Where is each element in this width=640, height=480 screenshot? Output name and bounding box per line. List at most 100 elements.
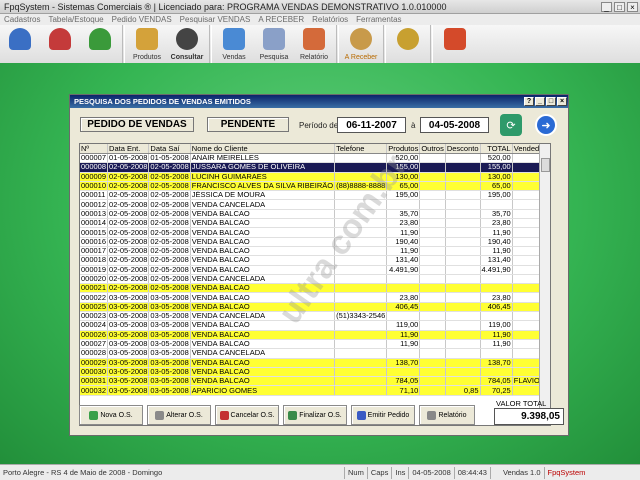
cell-telefone [334, 153, 388, 164]
toolbar-button-sair[interactable] [435, 25, 475, 63]
toolbar-button-vendedores[interactable] [80, 25, 120, 63]
table-row[interactable]: 000009 02-05-2008 02-05-2008 LUCINH GUIMARA… [80, 172, 550, 182]
table-row[interactable]: 000027 03-05-2008 03-05-2008 VENDA BALCAO 11… [80, 339, 550, 350]
col-desconto[interactable]: Desconto [445, 144, 481, 154]
orders-table: Nº Data Ent. Data Saí Nome do Cliente Te… [79, 143, 551, 426]
table-row[interactable]: 000026 03-05-2008 03-05-2008 VENDA BALCAO 11… [80, 330, 550, 340]
table-row[interactable]: 000011 02-05-2008 02-05-2008 JÉSSICA DE MOU… [80, 190, 550, 201]
cell-data-saida: 02-05-2008 [148, 190, 191, 201]
cell-desconto [445, 209, 481, 220]
table-row[interactable]: 000019 02-05-2008 02-05-2008 VENDA BALCAO 4.… [80, 265, 550, 275]
arrow-right-icon[interactable]: ➜ [535, 114, 557, 136]
refresh-icon[interactable]: ⟳ [500, 114, 522, 136]
table-row[interactable]: 000008 02-05-2008 02-05-2008 JUSSARA GOMES … [80, 162, 550, 173]
nova-os-button[interactable]: Nova O.S. [79, 405, 143, 425]
table-row[interactable]: 000030 03-05-2008 03-05-2008 VENDA BALCAO [80, 367, 550, 378]
maximize-button[interactable]: □ [614, 1, 625, 12]
toolbar: Produtos Consultar Vendas Pesquisa Relat… [0, 25, 640, 64]
toolbar-button-consultar[interactable]: Consultar [167, 25, 207, 63]
cell-data-saida: 02-05-2008 [148, 209, 191, 220]
relatorio-button[interactable]: Relatório [419, 405, 475, 425]
cell-telefone: (51)3343-2546 [334, 311, 388, 322]
table-row[interactable]: 000028 03-05-2008 03-05-2008 VENDA CANCELAD… [80, 348, 550, 359]
cell-desconto [445, 162, 481, 173]
dialog-minimize-button[interactable]: _ [535, 97, 545, 106]
cell-outros [419, 339, 446, 350]
close-button[interactable]: × [627, 1, 638, 12]
minimize-button[interactable]: _ [601, 1, 612, 12]
cancelar-os-button[interactable]: Cancelar O.S. [215, 405, 279, 425]
cell-data-saida: 03-05-2008 [148, 292, 191, 303]
finish-icon [288, 410, 298, 420]
table-row[interactable]: 000029 03-05-2008 03-05-2008 VENDA BALCAO 13… [80, 358, 550, 368]
menu-ferramentas[interactable]: Ferramentas [352, 15, 405, 24]
table-row[interactable]: 000012 02-05-2008 02-05-2008 VENDA CANCELAD… [80, 199, 550, 210]
col-total[interactable]: TOTAL [480, 144, 513, 154]
status-brand: FpqSystem [547, 467, 586, 477]
toolbar-button-a-receber[interactable]: A Receber [341, 25, 381, 63]
table-row[interactable]: 000023 03-05-2008 03-05-2008 VENDA CANCELAD… [80, 311, 550, 322]
table-row[interactable]: 000010 02-05-2008 02-05-2008 FRANCISCO ALVE… [80, 181, 550, 192]
toolbar-button-clientes[interactable] [0, 25, 40, 63]
cell-numero: 000009 [80, 172, 109, 182]
toolbar-button-financeiro[interactable] [388, 25, 428, 63]
menu-tabela-estoque[interactable]: Tabela/Estoque [44, 15, 107, 24]
finalizar-os-button[interactable]: Finalizar O.S. [283, 405, 347, 425]
table-scrollbar[interactable] [539, 144, 550, 425]
cell-desconto [445, 246, 481, 257]
toolbar-button-fornecedores[interactable] [40, 25, 80, 63]
table-row[interactable]: 000015 02-05-2008 02-05-2008 VENDA BALCAO 11… [80, 227, 550, 238]
cell-desconto [445, 199, 481, 210]
table-row[interactable]: 000020 02-05-2008 02-05-2008 VENDA CANCELAD… [80, 274, 550, 285]
col-cliente[interactable]: Nome do Cliente [190, 144, 336, 154]
cell-outros [419, 162, 446, 173]
table-row[interactable]: 000031 03-05-2008 03-05-2008 VENDA BALCAO 78… [80, 376, 550, 387]
menu-cadastros[interactable]: Cadastros [0, 15, 44, 24]
table-row[interactable]: 000025 03-05-2008 03-05-2008 VENDA BALCAO 40… [80, 302, 550, 313]
col-data-entrada[interactable]: Data Ent. [107, 144, 150, 154]
cell-total: 11,90 [480, 330, 513, 340]
dialog-close-button[interactable]: × [557, 97, 567, 106]
table-row[interactable]: 000007 01-05-2008 01-05-2008 ANAIR MEIRELLE… [80, 153, 550, 164]
col-outros[interactable]: Outros [419, 144, 446, 154]
help-button[interactable]: ? [524, 97, 534, 106]
table-row[interactable]: 000022 03-05-2008 03-05-2008 VENDA BALCAO 23… [80, 292, 550, 303]
date-to-field[interactable]: 04-05-2008 [420, 117, 489, 133]
monitor-icon [223, 28, 245, 50]
menu-pesquisar-vendas[interactable]: Pesquisar VENDAS [176, 15, 255, 24]
toolbar-button-produtos[interactable]: Produtos [127, 25, 167, 63]
col-telefone[interactable]: Telefone [334, 144, 388, 154]
cell-data-saida: 01-05-2008 [148, 153, 191, 164]
col-numero[interactable]: Nº [80, 144, 109, 154]
emitir-pedido-button[interactable]: Emitir Pedido [351, 405, 415, 425]
table-row[interactable]: 000021 02-05-2008 02-05-2008 VENDA BALCAO [80, 283, 550, 294]
cell-desconto [445, 274, 481, 285]
toolbar-button-vendas[interactable]: Vendas [214, 25, 254, 63]
table-row[interactable]: 000016 02-05-2008 02-05-2008 VENDA BALCAO 19… [80, 237, 550, 247]
table-row[interactable]: 000013 02-05-2008 02-05-2008 VENDA BALCAO 35… [80, 209, 550, 220]
dialog-maximize-button[interactable]: □ [546, 97, 556, 106]
alterar-os-button[interactable]: Alterar O.S. [147, 405, 211, 425]
cell-cliente: VENDA BALCAO [190, 283, 336, 294]
table-row[interactable]: 000024 03-05-2008 03-05-2008 VENDA BALCAO 11… [80, 320, 550, 331]
cell-numero: 000026 [80, 330, 109, 340]
col-data-saida[interactable]: Data Saí [148, 144, 191, 154]
table-row[interactable]: 000018 02-05-2008 02-05-2008 VENDA BALCAO 13… [80, 255, 550, 266]
toolbar-button-pesquisa[interactable]: Pesquisa [254, 25, 294, 63]
table-row[interactable]: 000017 02-05-2008 02-05-2008 VENDA BALCAO 11… [80, 246, 550, 257]
cell-total [480, 367, 513, 378]
magnify-icon [263, 28, 285, 50]
toolbar-button-relatorio[interactable]: Relatório [294, 25, 334, 63]
menu-relatorios[interactable]: Relatórios [308, 15, 352, 24]
cell-outros [419, 348, 446, 359]
col-produtos[interactable]: Produtos [386, 144, 421, 154]
cell-cliente: ANAIR MEIRELLES [190, 153, 336, 164]
scrollbar-thumb[interactable] [541, 158, 550, 172]
cell-desconto [445, 292, 481, 303]
menu-a-receber[interactable]: A RECEBER [254, 15, 308, 24]
menu-bar: Cadastros Tabela/Estoque Pedido VENDAS P… [0, 14, 640, 25]
date-from-field[interactable]: 06-11-2007 [337, 117, 406, 133]
table-row[interactable]: 000014 02-05-2008 02-05-2008 VENDA BALCAO 23… [80, 218, 550, 229]
menu-pedido-vendas[interactable]: Pedido VENDAS [108, 15, 176, 24]
table-row[interactable]: 000032 03-05-2008 03-05-2008 APARICIO GOMES… [80, 385, 550, 396]
